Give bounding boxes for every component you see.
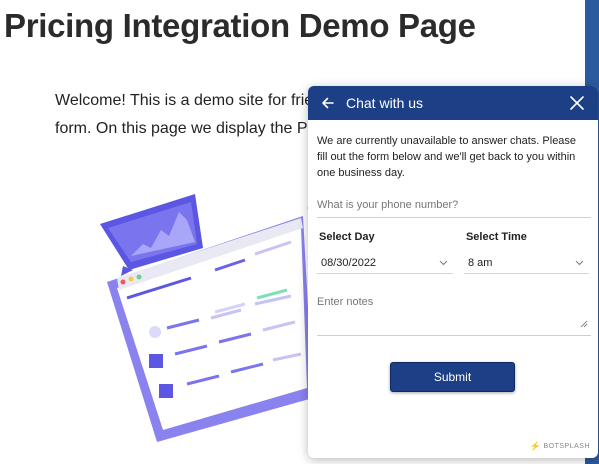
intro-line-2: form. On this page we display the Pr — [55, 120, 313, 137]
resize-grip-icon[interactable] — [580, 320, 588, 328]
submit-button[interactable]: Submit — [390, 362, 515, 392]
chat-title: Chat with us — [346, 95, 424, 111]
illustration-avatar — [149, 326, 161, 338]
select-day-label: Select Day — [319, 231, 375, 243]
illustration-dot-yellow — [128, 276, 134, 282]
page-title: Pricing Integration Demo Page — [4, 7, 476, 44]
select-time-value: 8 am — [467, 256, 493, 269]
illustration-square-2 — [159, 384, 173, 398]
illustration-dot-green — [136, 274, 142, 280]
illustration-square-1 — [149, 354, 163, 368]
notes-textarea[interactable] — [317, 296, 591, 336]
dashboard-illustration — [100, 194, 313, 442]
branding-text: BOTSPLASH — [543, 443, 590, 450]
back-arrow-icon — [322, 97, 334, 109]
select-time-group: Select Time 8 am — [463, 231, 589, 274]
select-day-dropdown[interactable]: 08/30/2022 — [317, 252, 453, 274]
phone-number-input[interactable] — [317, 195, 591, 218]
chat-body: We are currently unavailable to answer c… — [308, 133, 598, 336]
chevron-down-icon — [575, 260, 584, 266]
select-time-dropdown[interactable]: 8 am — [463, 252, 589, 274]
close-icon — [570, 96, 584, 110]
bolt-icon: ⚡ — [529, 441, 542, 451]
intro-line-1: Welcome! This is a demo site for frie — [55, 92, 314, 109]
chevron-down-icon — [439, 260, 448, 266]
select-day-group: Select Day 08/30/2022 — [317, 231, 453, 274]
select-day-value: 08/30/2022 — [321, 256, 377, 269]
back-button[interactable] — [318, 93, 338, 113]
unavailable-message: We are currently unavailable to answer c… — [317, 135, 577, 179]
illustration-dot-red — [120, 279, 126, 285]
intro-text: Welcome! This is a demo site for frie fo… — [55, 87, 325, 143]
botsplash-branding: ⚡ BOTSPLASH — [530, 441, 590, 452]
chat-widget: Chat with us We are currently unavailabl… — [308, 86, 598, 458]
select-time-label: Select Time — [465, 231, 527, 243]
close-button[interactable] — [566, 92, 588, 114]
select-row: Select Day 08/30/2022 Select Time 8 am — [317, 231, 589, 274]
chat-header: Chat with us — [308, 86, 598, 120]
